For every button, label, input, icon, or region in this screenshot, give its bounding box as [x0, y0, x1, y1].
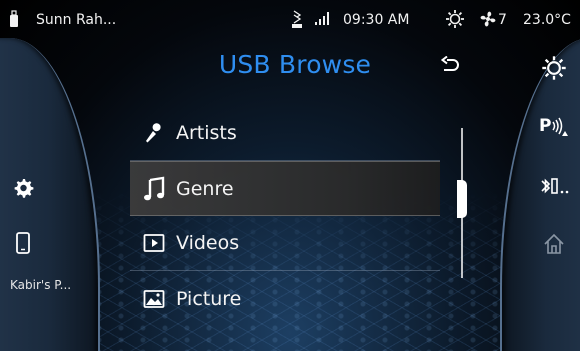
back-button[interactable] — [435, 54, 465, 82]
climate-icon — [541, 55, 567, 85]
bluetooth-media-button[interactable] — [536, 172, 574, 204]
play-video-icon — [132, 233, 176, 253]
fan-speed-value: 7 — [498, 12, 507, 28]
fan-icon — [478, 9, 498, 33]
svg-text:P: P — [539, 116, 551, 136]
music-note-icon — [132, 176, 176, 202]
parking-sensor-icon: P — [539, 114, 569, 142]
bluetooth-media-icon — [538, 174, 572, 202]
menu-item-genre[interactable]: Genre — [130, 161, 440, 216]
menu-item-label: Artists — [176, 122, 237, 144]
bluetooth-usb-icon — [290, 9, 304, 33]
scrollbar-thumb[interactable] — [457, 180, 467, 218]
menu-item-picture[interactable]: Picture — [130, 271, 440, 326]
phone-button[interactable] — [8, 230, 38, 260]
signal-strength-icon — [314, 10, 332, 30]
clock: 09:30 AM — [343, 12, 410, 28]
home-button[interactable] — [538, 230, 570, 262]
phone-icon — [15, 231, 31, 259]
page-title: USB Browse — [218, 50, 372, 79]
microphone-icon — [132, 121, 176, 145]
browse-menu-list: Artists Genre Videos Picture — [130, 106, 440, 326]
connected-phone-name: Kabir's P... — [10, 278, 72, 292]
home-icon — [542, 232, 566, 260]
settings-button[interactable] — [8, 175, 38, 205]
menu-item-artists[interactable]: Artists — [130, 106, 440, 161]
climate-button[interactable] — [538, 54, 570, 86]
picture-icon — [132, 289, 176, 309]
parking-sensor-button[interactable]: P — [538, 112, 570, 144]
usb-stick-icon — [9, 10, 19, 32]
menu-item-label: Videos — [176, 232, 240, 254]
climate-icon — [445, 9, 465, 33]
menu-item-label: Picture — [176, 287, 242, 310]
temperature-value: 23.0°C — [523, 12, 571, 28]
media-source-name: Sunn Rah... — [36, 12, 117, 28]
usb-browse-screen: Sunn Rah... 09:30 AM 7 23.0°C Kabir's P.… — [0, 0, 580, 351]
menu-item-label: Genre — [176, 177, 234, 200]
back-arrow-icon — [438, 55, 462, 80]
status-bar: Sunn Rah... 09:30 AM 7 23.0°C — [0, 0, 580, 38]
menu-item-videos[interactable]: Videos — [130, 216, 440, 271]
settings-icon — [11, 176, 35, 204]
